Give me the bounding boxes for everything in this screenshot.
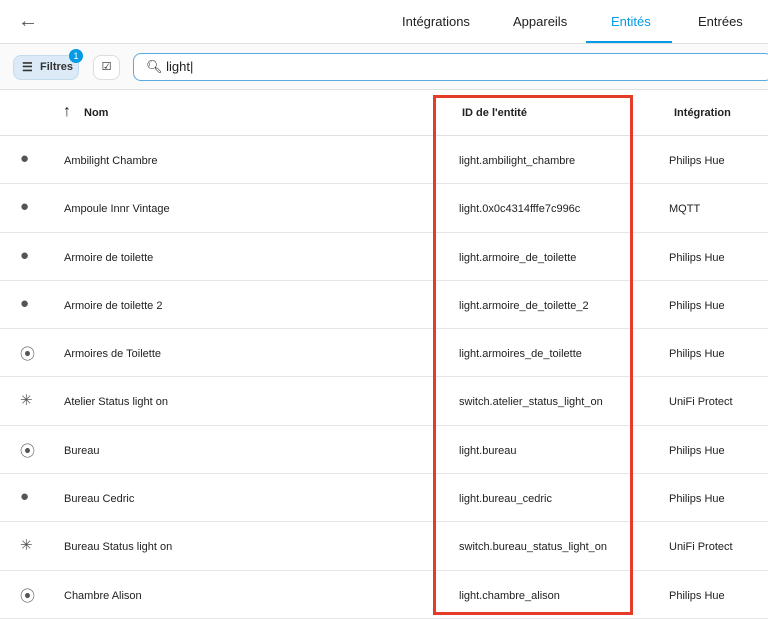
entity-name: Bureau [64,444,100,457]
entity-integration: Philips Hue [669,251,725,264]
entity-integration: UniFi Protect [669,541,733,554]
entity-name: Armoire de toilette [64,251,154,264]
entity-name: Ambilight Chambre [64,155,158,167]
entity-name: Bureau Status light on [64,541,173,554]
tab-integrations[interactable]: Intégrations [402,14,470,29]
lightbulb-group-icon: ⦿ [20,346,36,364]
table-row[interactable]: ● Ampoule Innr Vintage light.0x0c4314fff… [0,184,768,233]
tab-devices[interactable]: Appareils [513,14,567,29]
column-header-name[interactable]: Nom [84,107,108,119]
lightbulb-group-icon: ⦿ [20,442,36,460]
back-arrow-icon[interactable]: ← [18,10,38,33]
entity-table: ● Ambilight Chambre light.ambilight_cham… [0,136,768,619]
top-bar: ← Intégrations Appareils Entités Entrées [0,0,768,44]
table-row[interactable]: ● Ambilight Chambre light.ambilight_cham… [0,136,768,185]
entity-integration: UniFi Protect [669,396,733,409]
entity-name: Atelier Status light on [64,396,168,409]
toolbar: ☰ Filtres 1 ☑ 🔍︎ light| [0,44,768,90]
table-row[interactable]: ⦿ Bureau light.bureau Philips Hue [0,426,768,475]
entity-name: Bureau Cedric [64,493,135,506]
entity-integration: Philips Hue [669,299,725,312]
lightbulb-group-icon: ⦿ [20,587,36,605]
entity-integration: Philips Hue [669,348,725,361]
table-row[interactable]: ✳ Bureau Status light on switch.bureau_s… [0,522,768,571]
search-input[interactable]: 🔍︎ light| [133,53,768,81]
lightbulb-icon: ● [20,246,30,264]
table-row[interactable]: ● Bureau Cedric light.bureau_cedric Phil… [0,474,768,523]
entity-integration: Philips Hue [669,493,725,506]
entity-integration: Philips Hue [669,589,725,602]
filters-label: Filtres [40,61,74,73]
filters-count-badge: 1 [69,49,83,63]
table-row[interactable]: ● Armoire de toilette 2 light.armoire_de… [0,281,768,330]
entity-integration: Philips Hue [669,444,725,457]
highlight-annotation-box [433,95,633,615]
entity-name: Ampoule Innr Vintage [64,203,170,216]
led-on-icon: ✳ [20,392,33,410]
led-on-icon: ✳ [20,537,33,555]
search-value: light [166,59,190,74]
tab-entities[interactable]: Entités [611,14,651,29]
entity-name: Armoire de toilette 2 [64,299,163,312]
table-row[interactable]: ⦿ Chambre Alison light.chambre_alison Ph… [0,571,768,619]
table-row[interactable]: ⦿ Armoires de Toilette light.armoires_de… [0,329,768,378]
table-header: ↑ Nom ID de l'entité Intégration [0,90,768,136]
column-header-integration[interactable]: Intégration [674,107,731,119]
table-row[interactable]: ● Armoire de toilette light.armoire_de_t… [0,233,768,281]
search-icon: 🔍︎ [146,59,163,74]
entity-name: Armoires de Toilette [64,348,162,361]
lightbulb-icon: ● [20,488,30,506]
checklist-icon: ☑ [101,61,112,73]
entity-integration: Philips Hue [669,155,725,167]
filter-icon: ☰ [22,60,33,74]
entity-integration: MQTT [669,203,701,216]
lightbulb-icon: ● [20,150,30,167]
lightbulb-icon: ● [20,294,30,312]
entity-name: Chambre Alison [64,589,142,602]
selection-mode-button[interactable]: ☑ [93,55,120,80]
sort-ascending-icon[interactable]: ↑ [63,103,71,121]
table-row[interactable]: ✳ Atelier Status light on switch.atelier… [0,377,768,426]
active-tab-indicator [586,41,672,43]
lightbulb-icon: ● [20,198,30,216]
tab-helpers[interactable]: Entrées [698,14,743,29]
